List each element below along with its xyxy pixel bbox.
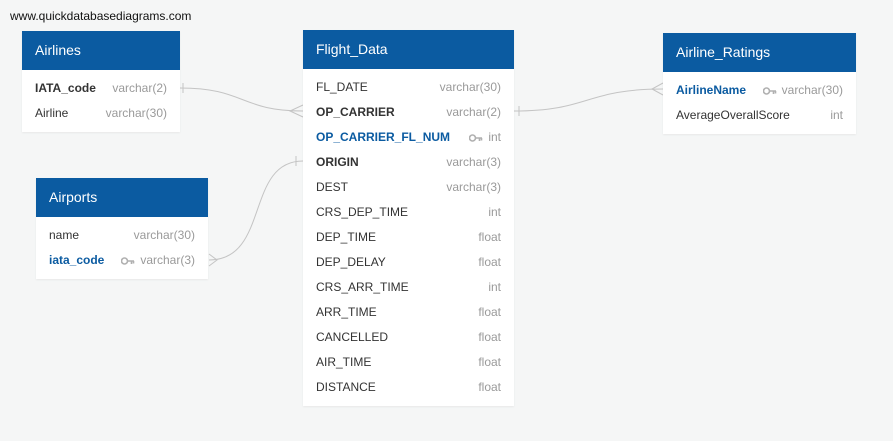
field-type: int (469, 125, 501, 151)
field-row[interactable]: Airline varchar(30) (22, 101, 180, 126)
field-name: OP_CARRIER_FL_NUM (316, 130, 451, 144)
field-type: float (478, 305, 501, 319)
link-flight-ratings (513, 88, 664, 112)
field-type: varchar(3) (446, 180, 501, 194)
field-name: AverageOverallScore (676, 108, 790, 122)
field-row[interactable]: DEP_DELAY float (303, 250, 514, 275)
field-type: int (488, 280, 501, 294)
field-name: AIR_TIME (316, 355, 372, 369)
key-icon (469, 126, 484, 151)
table-airline-ratings[interactable]: Airline_Ratings AirlineName varchar(30) … (663, 33, 856, 134)
table-header[interactable]: Airports (36, 178, 208, 217)
table-header[interactable]: Airline_Ratings (663, 33, 856, 72)
field-type: varchar(3) (121, 248, 195, 274)
field-row[interactable]: AirlineName varchar(30) (663, 78, 856, 103)
field-name: CANCELLED (316, 330, 389, 344)
field-name: DEP_TIME (316, 230, 377, 244)
field-name: ARR_TIME (316, 305, 377, 319)
field-row[interactable]: DISTANCE float (303, 375, 514, 400)
field-row[interactable]: OP_CARRIER varchar(2) (303, 100, 514, 125)
key-icon (762, 79, 778, 104)
table-flight-data[interactable]: Flight_Data FL_DATE varchar(30) OP_CARRI… (303, 30, 514, 406)
field-row[interactable]: iata_code varchar(3) (36, 248, 208, 273)
field-type: varchar(30) (439, 80, 501, 94)
field-type: float (478, 230, 501, 244)
table-header[interactable]: Flight_Data (303, 30, 514, 69)
field-type: varchar(30) (133, 228, 195, 242)
field-type: int (488, 205, 501, 219)
field-name: DEP_DELAY (316, 255, 386, 269)
field-name: OP_CARRIER (316, 105, 395, 119)
link-airports-flight (208, 160, 304, 261)
key-icon (121, 249, 136, 274)
table-airports[interactable]: Airports name varchar(30) iata_code varc… (36, 178, 208, 279)
field-row[interactable]: DEST varchar(3) (303, 175, 514, 200)
field-row[interactable]: IATA_code varchar(2) (22, 76, 180, 101)
table-airlines[interactable]: Airlines IATA_code varchar(2) Airline va… (22, 31, 180, 132)
field-type: varchar(3) (446, 155, 501, 169)
field-type-text: int (488, 130, 501, 144)
field-type-text: varchar(3) (140, 253, 195, 267)
field-type: float (478, 330, 501, 344)
field-row[interactable]: name varchar(30) (36, 223, 208, 248)
field-type: float (478, 255, 501, 269)
field-row[interactable]: OP_CARRIER_FL_NUM int (303, 125, 514, 150)
field-type: varchar(30) (762, 78, 843, 104)
field-name: IATA_code (35, 81, 96, 95)
field-name: CRS_ARR_TIME (316, 280, 409, 294)
field-name: iata_code (49, 253, 105, 267)
field-name: CRS_DEP_TIME (316, 205, 409, 219)
table-header[interactable]: Airlines (22, 31, 180, 70)
field-row[interactable]: CRS_ARR_TIME int (303, 275, 514, 300)
field-name: DEST (316, 180, 349, 194)
field-type: varchar(2) (112, 81, 167, 95)
field-name: DISTANCE (316, 380, 376, 394)
field-type: float (478, 355, 501, 369)
field-row[interactable]: AverageOverallScore int (663, 103, 856, 128)
watermark: www.quickdatabasediagrams.com (10, 9, 192, 23)
field-type: varchar(30) (105, 106, 167, 120)
field-type: int (830, 108, 843, 122)
field-type: float (478, 380, 501, 394)
link-airlines-flight (179, 87, 304, 112)
field-name: Airline (35, 106, 69, 120)
field-row[interactable]: ORIGIN varchar(3) (303, 150, 514, 175)
field-type: varchar(2) (446, 105, 501, 119)
field-row[interactable]: FL_DATE varchar(30) (303, 75, 514, 100)
field-name: FL_DATE (316, 80, 368, 94)
field-name: AirlineName (676, 83, 747, 97)
field-row[interactable]: CANCELLED float (303, 325, 514, 350)
field-row[interactable]: CRS_DEP_TIME int (303, 200, 514, 225)
field-name: ORIGIN (316, 155, 359, 169)
field-type-text: varchar(30) (781, 83, 843, 97)
field-row[interactable]: DEP_TIME float (303, 225, 514, 250)
field-row[interactable]: ARR_TIME float (303, 300, 514, 325)
field-row[interactable]: AIR_TIME float (303, 350, 514, 375)
field-name: name (49, 228, 80, 242)
